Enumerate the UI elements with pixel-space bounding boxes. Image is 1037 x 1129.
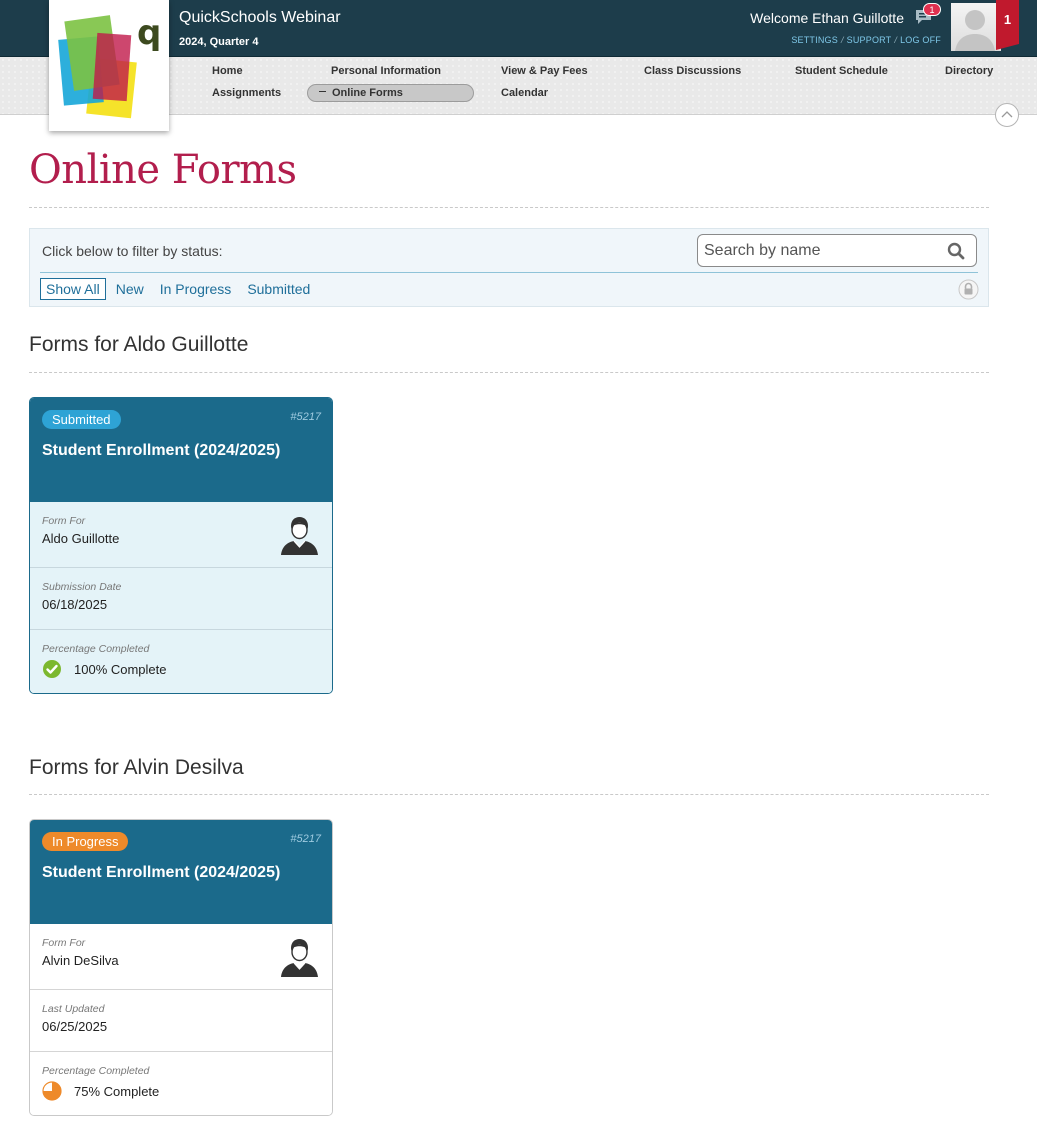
svg-text:q: q (137, 13, 161, 53)
filter-label: Click below to filter by status: (42, 243, 223, 259)
card-header: Submitted #5217 Student Enrollment (2024… (30, 398, 332, 502)
nav-personal-information[interactable]: Personal Information (331, 65, 441, 77)
percentage-label: Percentage Completed (42, 1065, 150, 1077)
percentage-row: Percentage Completed 75% Complete (30, 1051, 332, 1115)
notification-bookmark[interactable]: 1 (996, 0, 1019, 50)
link-separator: / (894, 35, 898, 45)
filter-tabs: Show All New In Progress Submitted (40, 278, 316, 300)
student-icon (281, 517, 318, 555)
percentage-value: 75% Complete (42, 1081, 320, 1101)
school-name: QuickSchools Webinar (179, 9, 341, 26)
date-label: Last Updated (42, 1003, 105, 1015)
nav-student-schedule[interactable]: Student Schedule (795, 65, 888, 77)
search-input[interactable] (704, 239, 939, 262)
percentage-text: 100% Complete (74, 661, 167, 677)
date-row: Last Updated 06/25/2025 (30, 989, 332, 1051)
nav-calendar[interactable]: Calendar (501, 87, 548, 99)
percentage-label: Percentage Completed (42, 643, 150, 655)
quickschools-logo[interactable]: q (49, 0, 169, 131)
nav-assignments[interactable]: Assignments (212, 87, 281, 99)
settings-link[interactable]: SETTINGS (791, 35, 838, 45)
term-label: 2024, Quarter 4 (179, 36, 259, 48)
messages-badge: 1 (923, 3, 941, 16)
form-id: #5217 (290, 833, 321, 845)
nav-home[interactable]: Home (212, 65, 243, 77)
date-value: 06/18/2025 (42, 597, 108, 612)
divider (29, 372, 989, 373)
nav-online-forms[interactable]: Online Forms (307, 84, 474, 102)
nav-directory[interactable]: Directory (945, 65, 993, 77)
search-box (697, 234, 977, 267)
support-link[interactable]: SUPPORT (847, 35, 892, 45)
chevron-up-icon (1001, 111, 1013, 118)
form-title: Student Enrollment (2024/2025) (42, 442, 281, 459)
card-body: Form For Aldo Guillotte Submission Date … (30, 502, 332, 693)
percentage-text: 75% Complete (74, 1083, 160, 1099)
student-icon (281, 939, 318, 977)
date-value: 06/25/2025 (42, 1019, 108, 1034)
user-silhouette-icon (955, 10, 995, 51)
nav-view-pay-fees[interactable]: View & Pay Fees (501, 65, 588, 77)
form-id: #5217 (290, 411, 321, 423)
divider (29, 794, 989, 795)
welcome-message: Welcome Ethan Guillotte (750, 10, 904, 26)
card-body: Form For Alvin DeSilva Last Updated 06/2… (30, 924, 332, 1115)
status-badge: In Progress (42, 832, 129, 851)
percentage-row: Percentage Completed 100% Complete (30, 629, 332, 693)
filter-in-progress[interactable]: In Progress (154, 278, 238, 300)
filter-submitted[interactable]: Submitted (241, 278, 316, 300)
user-avatar[interactable] (951, 3, 1001, 51)
search-icon[interactable] (947, 242, 965, 260)
filter-new[interactable]: New (110, 278, 150, 300)
percentage-value: 100% Complete (42, 659, 320, 679)
filter-divider (40, 272, 978, 273)
progress-pie-icon (42, 1081, 62, 1101)
collapse-nav-button[interactable] (995, 103, 1019, 127)
filter-show-all[interactable]: Show All (40, 278, 106, 300)
status-filter-panel: Click below to filter by status: Show Al… (29, 228, 989, 307)
form-for-row: Form For Alvin DeSilva (30, 924, 332, 989)
check-circle-icon (43, 660, 61, 678)
section-title: Forms for Alvin Desilva (29, 756, 244, 779)
form-card[interactable]: In Progress #5217 Student Enrollment (20… (29, 819, 333, 1116)
date-row: Submission Date 06/18/2025 (30, 567, 332, 629)
lock-icon[interactable] (958, 279, 979, 300)
link-separator: / (840, 35, 844, 45)
divider (29, 207, 989, 208)
form-for-row: Form For Aldo Guillotte (30, 502, 332, 567)
account-links: SETTINGS / SUPPORT / LOG OFF (791, 35, 941, 45)
logo-graphic: q (58, 13, 161, 119)
page-title: Online Forms (29, 147, 297, 193)
date-label: Submission Date (42, 581, 122, 593)
card-header: In Progress #5217 Student Enrollment (20… (30, 820, 332, 924)
status-badge: Submitted (42, 410, 121, 429)
nav-class-discussions[interactable]: Class Discussions (644, 65, 741, 77)
form-card[interactable]: Submitted #5217 Student Enrollment (2024… (29, 397, 333, 694)
notification-count: 1 (1003, 12, 1012, 27)
section-title: Forms for Aldo Guillotte (29, 333, 249, 356)
logoff-link[interactable]: LOG OFF (900, 35, 941, 45)
form-title: Student Enrollment (2024/2025) (42, 864, 281, 881)
